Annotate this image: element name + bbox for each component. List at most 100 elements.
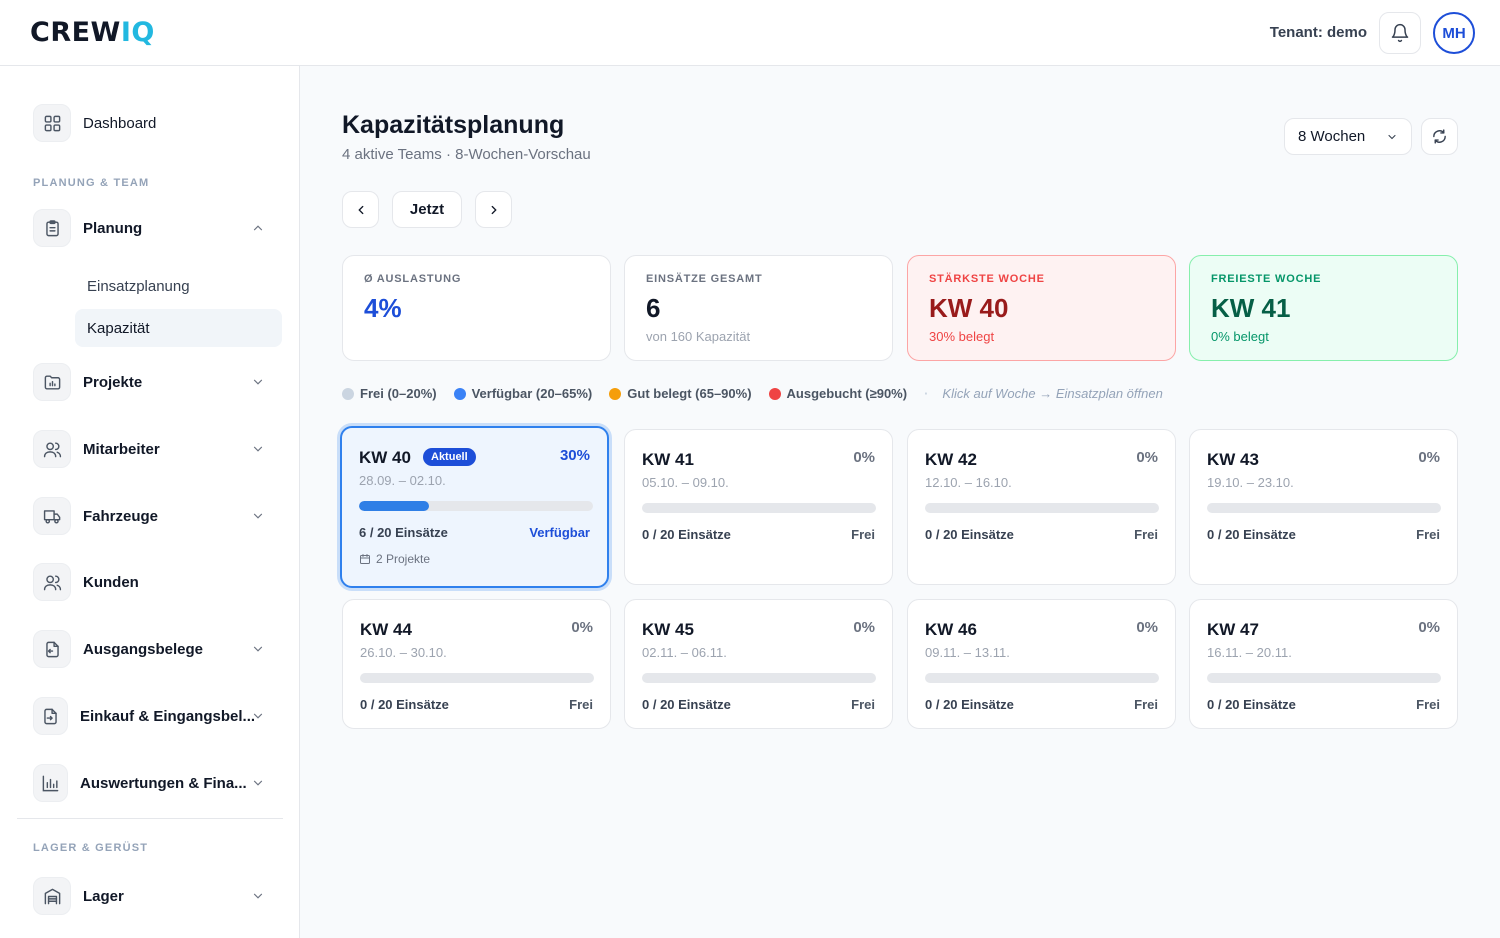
chevron-up-icon: [253, 225, 263, 231]
week-dates: 26.10. – 30.10.: [360, 645, 447, 660]
week-label: KW 44: [360, 620, 412, 639]
chevron-down-icon: [253, 379, 263, 385]
sidebar-item-einkauf[interactable]: Einkauf & Eingangsbel...: [33, 696, 273, 736]
range-select-value: 8 Wochen: [1298, 128, 1366, 145]
document-export-icon: [33, 630, 71, 668]
week-dates: 02.11. – 06.11.: [642, 645, 727, 660]
stat-note: 30% belegt: [929, 329, 995, 344]
legend-dot: [609, 387, 622, 400]
week-status: Frei: [1416, 697, 1440, 712]
week-card-kw42[interactable]: KW 42 0% 12.10. – 16.10. 0 / 20 Einsätze…: [907, 429, 1176, 585]
week-status: Frei: [851, 697, 875, 712]
clipboard-icon: [33, 209, 71, 247]
week-projects: 2 Projekte: [359, 552, 430, 566]
sidebar-subitem-einsatzplanung[interactable]: Einsatzplanung: [75, 267, 282, 305]
sidebar-subitem-kapazitaet[interactable]: Kapazität: [75, 309, 282, 347]
legend-label: Verfügbar (20–65%): [471, 386, 593, 401]
next-week-button[interactable]: [475, 191, 512, 228]
sidebar-item-mitarbeiter[interactable]: Mitarbeiter: [33, 429, 273, 469]
week-projects-label: 2 Projekte: [376, 552, 431, 566]
sidebar-item-ausgangsbelege[interactable]: Ausgangsbelege: [33, 629, 273, 669]
week-utilization-percent: 0%: [571, 619, 593, 636]
sidebar-item-projekte[interactable]: Projekte: [33, 362, 273, 402]
week-card-kw41[interactable]: KW 41 0% 05.10. – 09.10. 0 / 20 Einsätze…: [624, 429, 893, 585]
notifications-button[interactable]: [1379, 12, 1421, 54]
sidebar-item-lager[interactable]: Lager: [33, 876, 273, 916]
refresh-button[interactable]: [1421, 118, 1458, 155]
stat-note: von 160 Kapazität: [646, 329, 751, 344]
week-status: Frei: [1416, 527, 1440, 542]
week-utilization-percent: 0%: [1418, 449, 1440, 466]
sidebar-item-label: Lager: [83, 887, 124, 905]
stat-label: FREIESTE WOCHE: [1211, 273, 1322, 285]
legend-item-gut-belegt: Gut belegt (65–90%): [609, 386, 752, 401]
chevron-down-icon: [253, 513, 263, 519]
logo[interactable]: CREWIQ: [30, 18, 155, 48]
stat-value: KW 41: [1211, 293, 1291, 323]
sidebar-item-label: Ausgangsbelege: [83, 640, 204, 658]
sidebar-item-dashboard[interactable]: Dashboard: [33, 103, 273, 143]
week-card-kw40[interactable]: KW 40 Aktuell 30% 28.09. – 02.10. 6 / 20…: [340, 426, 609, 588]
sidebar-item-label: Fahrzeuge: [83, 507, 159, 525]
chevron-right-icon: [491, 205, 497, 214]
sidebar-item-label: Dashboard: [83, 114, 157, 132]
stat-card-staerkste-woche: STÄRKSTE WOCHE KW 40 30% belegt: [907, 255, 1176, 361]
customers-icon: [33, 563, 71, 601]
stat-value: 4%: [364, 293, 402, 323]
stat-card-auslastung: Ø AUSLASTUNG 4%: [342, 255, 611, 361]
week-card-kw46[interactable]: KW 46 0% 09.11. – 13.11. 0 / 20 Einsätze…: [907, 599, 1176, 729]
utilization-bar: [1207, 673, 1441, 683]
sidebar-item-fahrzeuge[interactable]: Fahrzeuge: [33, 496, 273, 536]
folder-chart-icon: [33, 363, 71, 401]
legend-dot: [453, 387, 466, 400]
week-assignment-count: 0 / 20 Einsätze: [1207, 527, 1296, 542]
chevron-down-icon: [253, 893, 263, 899]
tenant-label: Tenant: demo: [1269, 24, 1367, 41]
week-assignment-count: 0 / 20 Einsätze: [642, 527, 731, 542]
week-dates: 05.10. – 09.10.: [642, 475, 729, 490]
legend-dot: [768, 387, 781, 400]
utilization-bar: [360, 673, 594, 683]
sidebar-item-kunden[interactable]: Kunden: [33, 562, 273, 602]
week-label: KW 45: [642, 620, 694, 639]
week-card-kw43[interactable]: KW 43 0% 19.10. – 23.10. 0 / 20 Einsätze…: [1189, 429, 1458, 585]
stat-card-einsaetze: EINSÄTZE GESAMT 6 von 160 Kapazität: [624, 255, 893, 361]
top-bar: CREWIQ Tenant: demo MH: [0, 0, 1500, 66]
week-utilization-percent: 0%: [853, 449, 875, 466]
now-button[interactable]: Jetzt: [392, 191, 462, 228]
sidebar-item-label: Kunden: [83, 573, 139, 591]
utilization-bar: [925, 503, 1159, 513]
stat-card-freieste-woche: FREIESTE WOCHE KW 41 0% belegt: [1189, 255, 1458, 361]
week-card-kw47[interactable]: KW 47 0% 16.11. – 20.11. 0 / 20 Einsätze…: [1189, 599, 1458, 729]
utilization-legend: Frei (0–20%) Verfügbar (20–65%) Gut bele…: [342, 386, 1163, 401]
legend-item-ausgebucht: Ausgebucht (≥90%): [768, 386, 908, 401]
utilization-bar: [359, 501, 593, 511]
week-card-kw44[interactable]: KW 44 0% 26.10. – 30.10. 0 / 20 Einsätze…: [342, 599, 611, 729]
stat-label: Ø AUSLASTUNG: [364, 273, 462, 285]
sidebar: Dashboard PLANUNG & TEAM Planung Einsatz…: [0, 66, 300, 938]
week-assignment-count: 0 / 20 Einsätze: [642, 697, 731, 712]
week-status: Frei: [851, 527, 875, 542]
legend-item-verfuegbar: Verfügbar (20–65%): [453, 386, 593, 401]
sidebar-item-planung[interactable]: Planung: [33, 208, 273, 248]
calendar-icon: [360, 554, 370, 564]
week-label: KW 43: [1207, 450, 1259, 469]
sidebar-item-label: Projekte: [83, 373, 143, 391]
legend-label: Ausgebucht (≥90%): [786, 386, 908, 401]
sidebar-item-auswertungen[interactable]: Auswertungen & Fina...: [33, 763, 273, 803]
sidebar-item-label: Planung: [83, 219, 143, 237]
warehouse-icon: [33, 877, 71, 915]
week-label: KW 41: [642, 450, 694, 469]
user-avatar[interactable]: MH: [1433, 12, 1475, 54]
sidebar-item-label: Einkauf & Eingangsbel...: [80, 707, 256, 725]
previous-week-button[interactable]: [342, 191, 379, 228]
refresh-icon: [1433, 129, 1446, 144]
week-assignment-count: 6 / 20 Einsätze: [359, 525, 448, 540]
week-card-kw45[interactable]: KW 45 0% 02.11. – 06.11. 0 / 20 Einsätze…: [624, 599, 893, 729]
week-utilization-percent: 0%: [1418, 619, 1440, 636]
weeks-range-select[interactable]: 8 Wochen: [1284, 118, 1412, 155]
week-status: Frei: [1134, 527, 1158, 542]
current-week-badge: Aktuell: [423, 448, 476, 466]
document-import-icon: [33, 697, 68, 735]
legend-separator: ·: [924, 386, 929, 401]
